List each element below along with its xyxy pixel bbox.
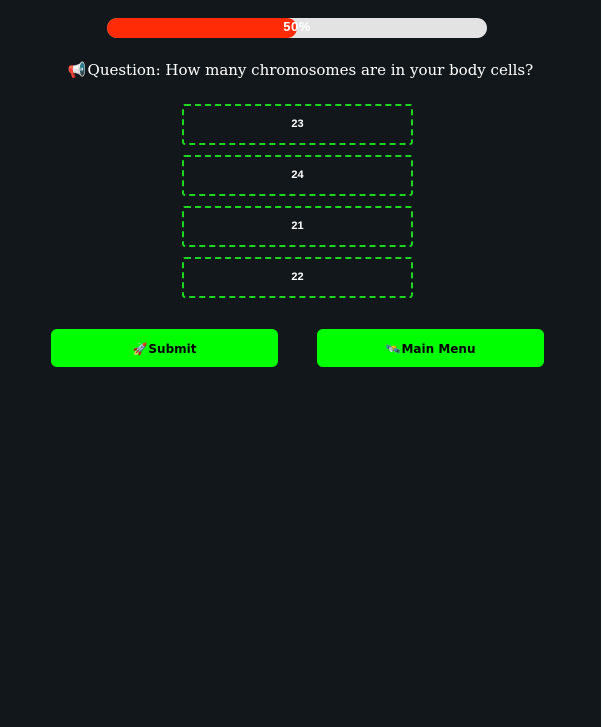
- quiz-screen: 50% 📢Question: How many chromosomes are …: [0, 0, 601, 727]
- answer-option-2[interactable]: 24: [182, 155, 413, 196]
- answer-option-4[interactable]: 22: [182, 257, 413, 298]
- answer-option-1[interactable]: 23: [182, 104, 413, 145]
- question-label: Question: How many chromosomes are in yo…: [87, 61, 534, 79]
- megaphone-icon: 📢: [67, 61, 87, 79]
- progress-label: 50%: [283, 19, 311, 34]
- submit-label: Submit: [148, 342, 197, 356]
- question-text: 📢Question: How many chromosomes are in y…: [0, 58, 601, 82]
- answer-option-3[interactable]: 21: [182, 206, 413, 247]
- main-menu-label: Main Menu: [401, 342, 476, 356]
- satellite-icon: 🛰️: [385, 342, 401, 356]
- rocket-icon: 🚀: [132, 342, 148, 356]
- submit-button[interactable]: 🚀Submit: [51, 329, 278, 367]
- main-menu-button[interactable]: 🛰️Main Menu: [317, 329, 544, 367]
- progress-bar: 50%: [107, 18, 487, 38]
